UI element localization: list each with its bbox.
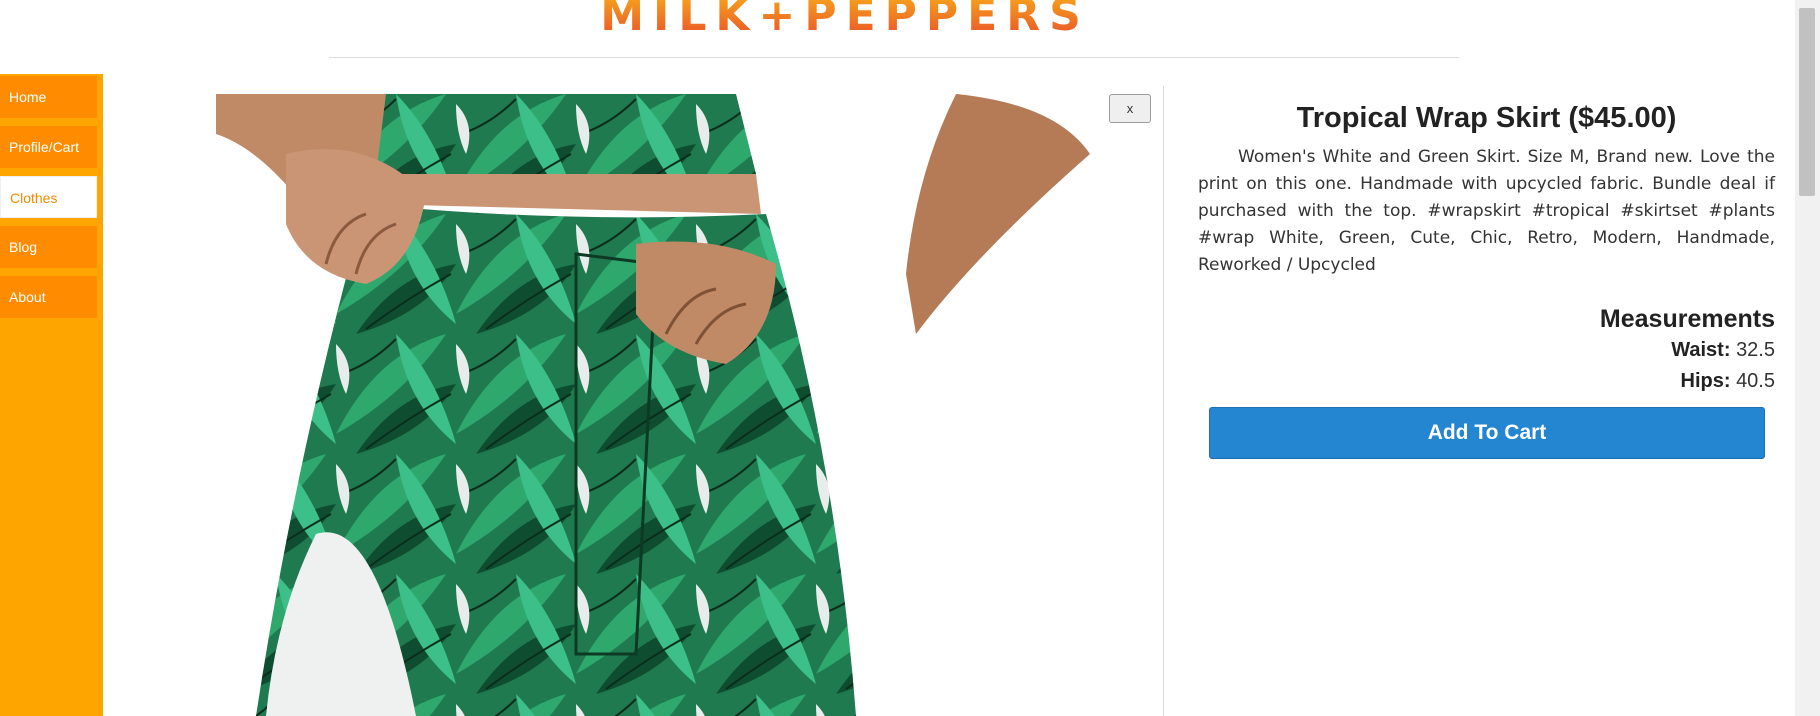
scrollbar-thumb[interactable] (1799, 8, 1815, 196)
add-to-cart-button[interactable]: Add To Cart (1209, 407, 1765, 459)
measurement-waist: Waist: 32.5 (1198, 335, 1775, 366)
close-icon: x (1126, 101, 1134, 116)
modal-divider (1163, 86, 1164, 716)
measurement-hips: Hips: 40.5 (1198, 366, 1776, 397)
close-button[interactable]: x (1109, 94, 1151, 123)
sidebar-nav: Home Profile/Cart Clothes Blog About (0, 74, 103, 716)
product-description: Women's White and Green Skirt. Size M, B… (1198, 147, 1775, 275)
product-image (216, 94, 1090, 716)
header-divider (329, 57, 1459, 58)
measurements-heading: Measurements (1599, 305, 1775, 333)
sidebar-item-home[interactable]: Home (0, 76, 97, 118)
measurement-label: Hips: (1680, 370, 1731, 392)
sidebar-item-blog[interactable]: Blog (0, 226, 97, 268)
site-logo[interactable]: MILK+PEPPERS (600, 0, 1090, 40)
sidebar-item-clothes[interactable]: Clothes (0, 176, 97, 218)
product-title: Tropical Wrap Skirt ($45.00) (1296, 102, 1677, 134)
sidebar-item-profile-cart[interactable]: Profile/Cart (0, 126, 97, 168)
measurement-value: 32.5 (1736, 339, 1775, 361)
measurement-label: Waist: (1671, 339, 1731, 361)
product-details: Tropical Wrap Skirt ($45.00) Women's Whi… (1198, 96, 1775, 397)
sidebar-item-about[interactable]: About (0, 276, 97, 318)
measurement-value: 40.5 (1736, 370, 1775, 392)
